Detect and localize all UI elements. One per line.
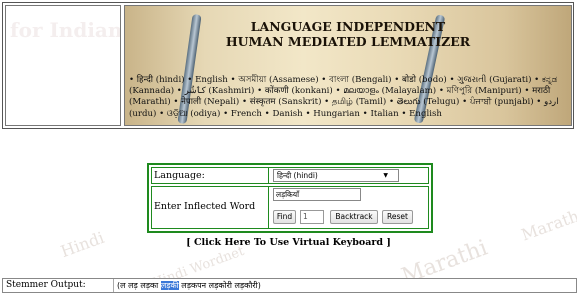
result-count-input[interactable]: 1 — [300, 210, 324, 224]
find-button[interactable]: Find — [273, 210, 296, 224]
header-banner: for Indian L LANGUAGE INDEPENDENT HUMAN … — [2, 2, 574, 129]
stemmer-output-value: (ल लड़ लड़का लड़की लड़कपन लड़कोरी लड़कौर… — [117, 280, 261, 291]
word-row: Enter Inflected Word लड़कियाँ Find 1 Bac… — [151, 186, 429, 229]
banner-main-panel: LANGUAGE INDEPENDENT HUMAN MEDIATED LEMM… — [124, 5, 572, 126]
stemmer-output-row: Stemmer Output: (ल लड़ लड़का लड़की लड़कप… — [2, 278, 577, 293]
column-divider — [268, 168, 269, 183]
column-divider — [268, 187, 269, 228]
virtual-keyboard-link[interactable]: [ Click Here To Use Virtual Keyboard ] — [0, 237, 577, 248]
output-highlighted-stem[interactable]: लड़की — [160, 281, 179, 290]
banner-left-faded-text: for Indian L — [10, 18, 121, 42]
language-label: Language: — [154, 170, 205, 181]
banner-left-panel: for Indian L — [5, 5, 121, 126]
dropdown-arrow-icon: ▼ — [383, 172, 388, 179]
word-label: Enter Inflected Word — [154, 201, 256, 212]
backtrack-button[interactable]: Backtrack — [330, 210, 378, 224]
output-divider — [113, 279, 114, 292]
page-title: LANGUAGE INDEPENDENT HUMAN MEDIATED LEMM… — [125, 19, 571, 49]
supported-languages-list: • हिन्दी (hindi) • English • অসমীয়া (As… — [129, 75, 559, 119]
language-select[interactable]: हिन्दी (hindi) ▼ — [273, 169, 399, 182]
inflected-word-input[interactable]: लड़कियाँ — [273, 188, 361, 201]
language-row: Language: हिन्दी (hindi) ▼ — [151, 167, 429, 184]
stemmer-output-label: Stemmer Output: — [6, 280, 86, 290]
title-line-1: LANGUAGE INDEPENDENT — [250, 19, 446, 34]
output-suffix: लड़कपन लड़कोरी लड़कौरी) — [178, 281, 261, 290]
output-prefix: (ल लड़ लड़का — [117, 281, 161, 290]
lemmatizer-form: Language: हिन्दी (hindi) ▼ Enter Inflect… — [147, 163, 433, 233]
language-selected-value: हिन्दी (hindi) — [277, 171, 318, 180]
reset-button[interactable]: Reset — [382, 210, 413, 224]
title-line-2: HUMAN MEDIATED LEMMATIZER — [225, 34, 471, 49]
